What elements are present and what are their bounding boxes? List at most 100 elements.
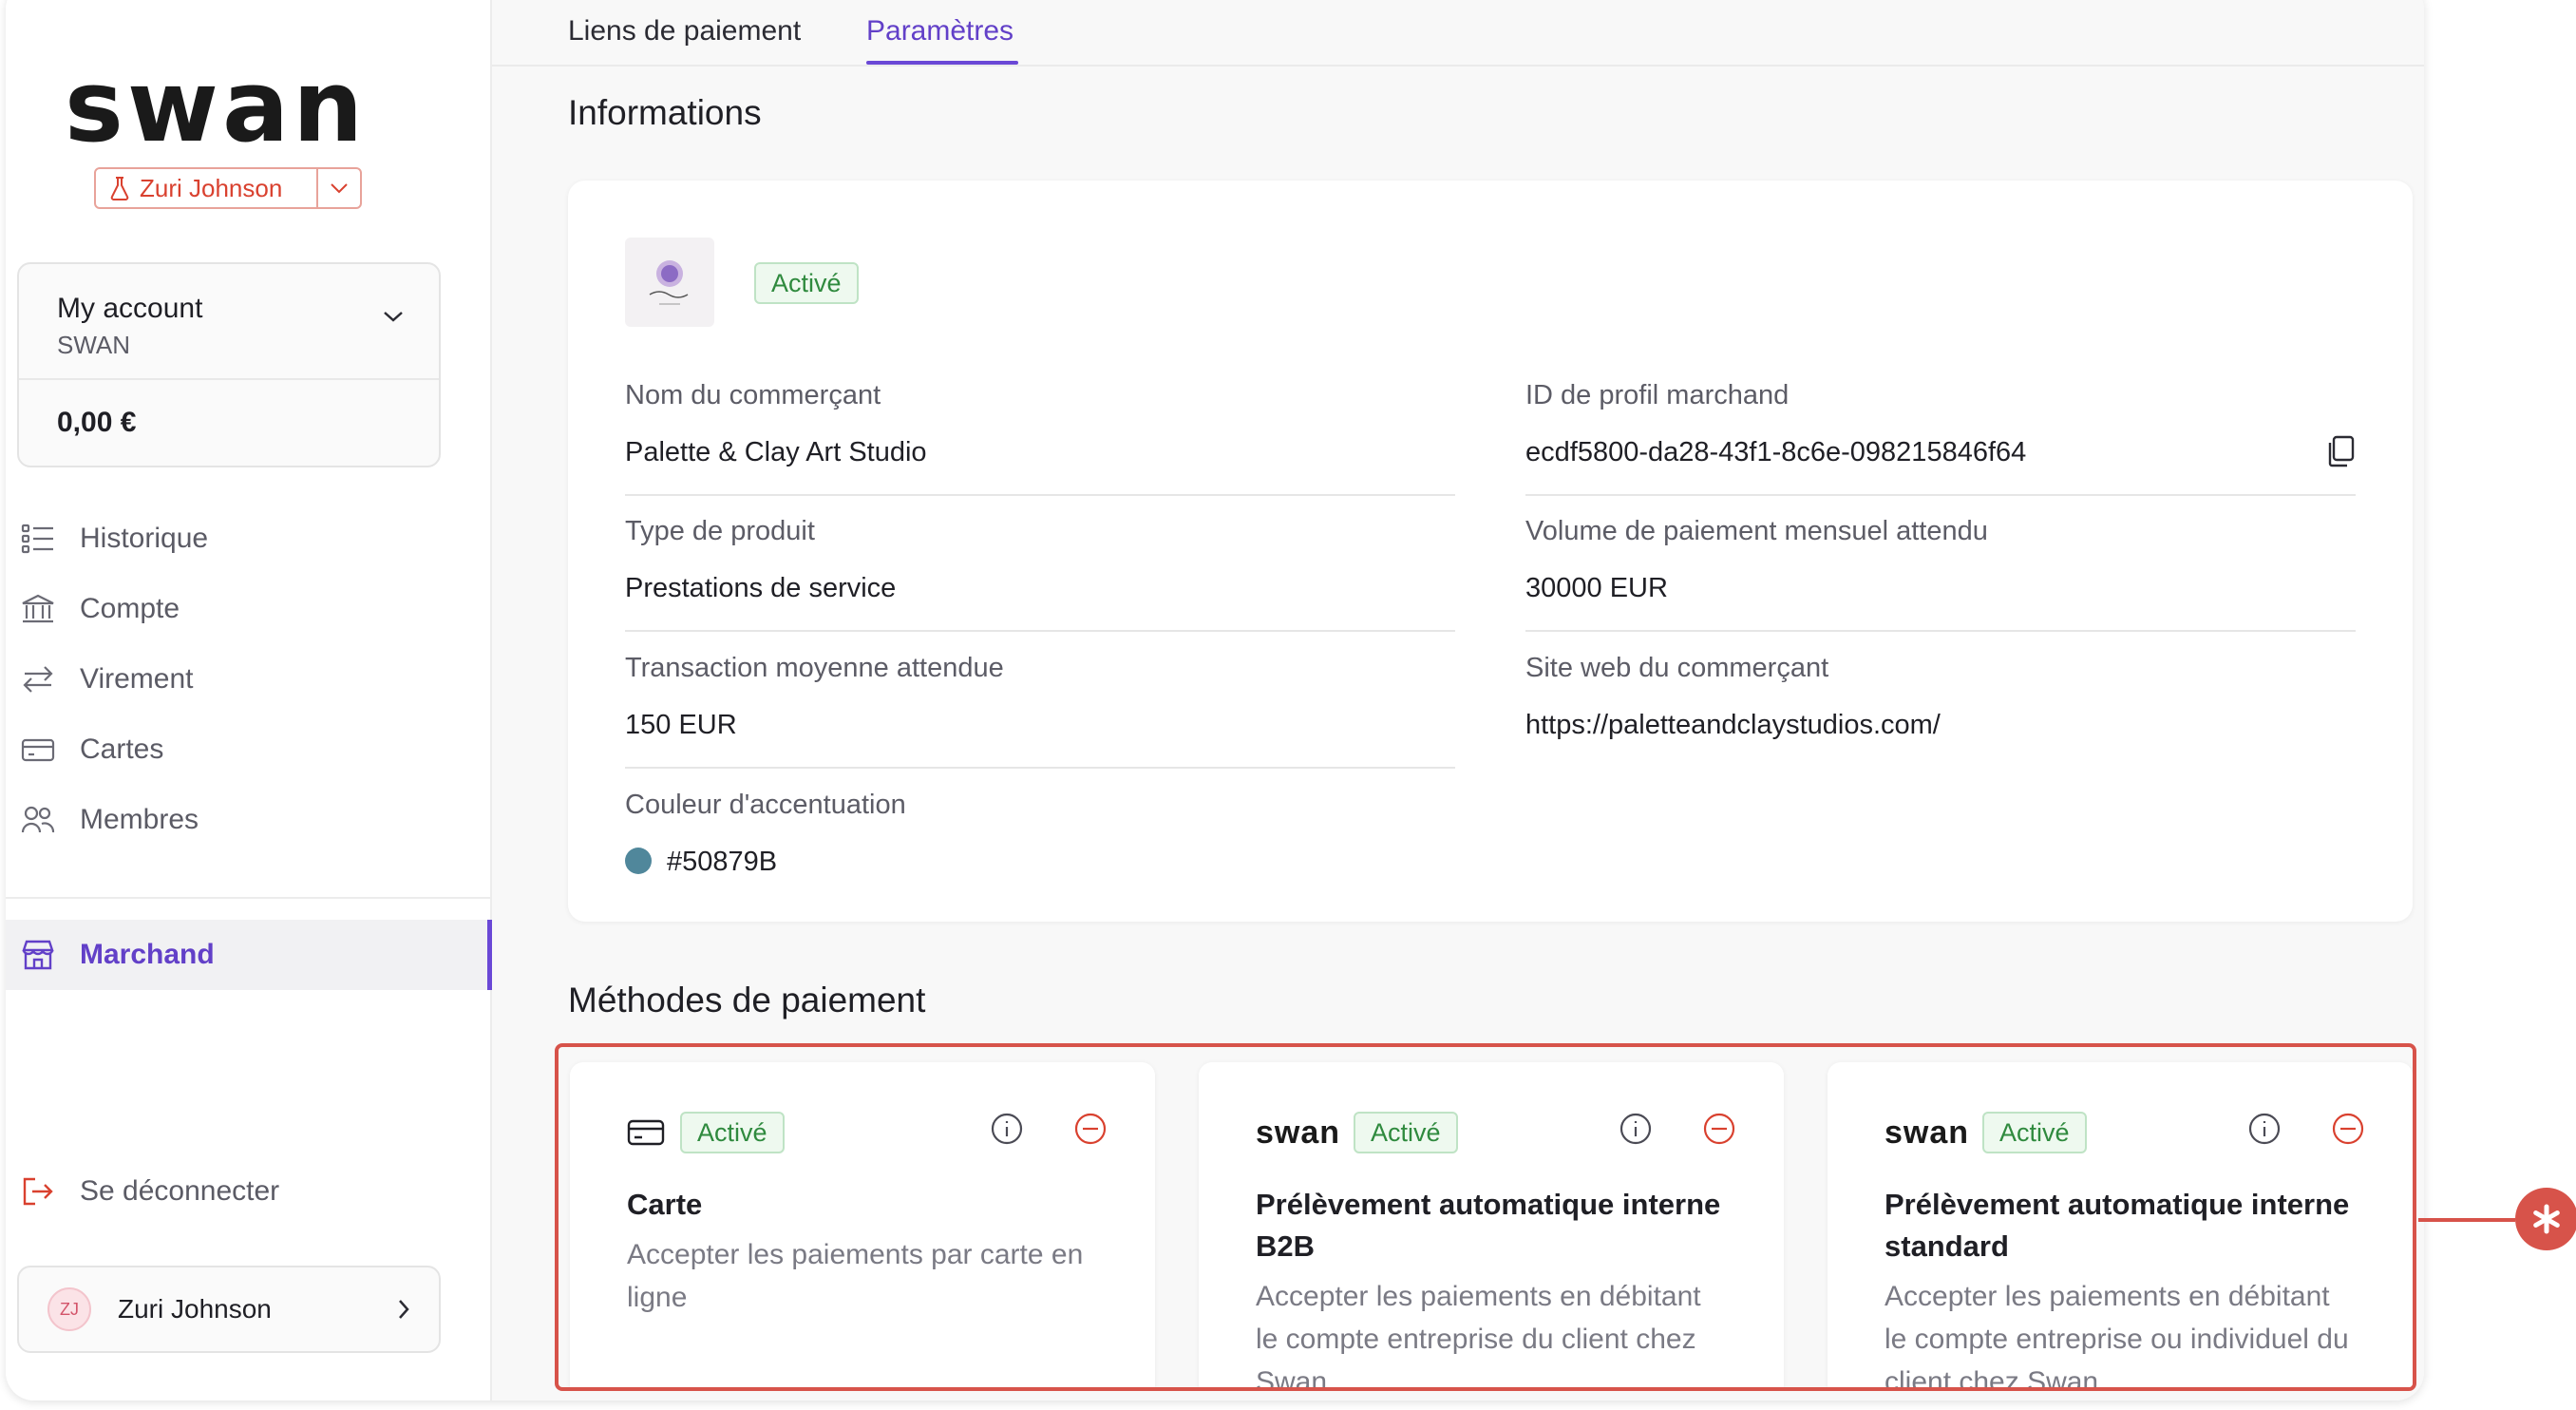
transfer-arrows-icon — [19, 660, 57, 698]
sidebar-item-label: Historique — [80, 523, 209, 554]
app-window: swan Zuri Johnson My account SWAN 0,00 € — [6, 0, 2424, 1400]
account-selector[interactable]: My account SWAN 0,00 € — [17, 262, 441, 467]
credit-card-icon — [627, 1119, 665, 1146]
logout-icon — [19, 1172, 57, 1210]
account-org: SWAN — [57, 331, 131, 359]
account-balance: 0,00 € — [57, 407, 137, 438]
method-description: Accepter les paiements par carte en lign… — [627, 1239, 1084, 1313]
sidebar-item-marchand[interactable]: Marchand — [6, 920, 492, 990]
sidebar-item-compte[interactable]: Compte — [6, 574, 490, 644]
environment-switcher[interactable]: Zuri Johnson — [94, 167, 362, 209]
svg-text:swan: swan — [65, 63, 367, 158]
payment-method-card[interactable]: swan Activé Prélèvement automatique inte… — [1828, 1062, 2413, 1391]
logout-button[interactable]: Se déconnecter — [19, 1172, 279, 1210]
sidebar-item-historique[interactable]: Historique — [6, 504, 490, 574]
info-icon[interactable] — [2247, 1112, 2282, 1146]
status-badge: Activé — [1982, 1112, 2087, 1153]
profile-id-field: ID de profil marchand ecdf5800-da28-43f1… — [1525, 380, 2356, 496]
product-type-field: Type de produit Prestations de service — [625, 516, 1455, 632]
website-label: Site web du commerçant — [1525, 653, 1829, 683]
method-actions — [1619, 1112, 1736, 1146]
tab-bar: Liens de paiement Paramètres — [492, 0, 2424, 67]
swan-logo: swan — [65, 63, 367, 158]
product-type-label: Type de produit — [625, 516, 815, 546]
avg-transaction-value: 150 EUR — [625, 710, 737, 740]
payment-methods-title: Méthodes de paiement — [568, 981, 926, 1019]
annotation-connector — [2418, 1218, 2515, 1222]
sidebar-item-label: Cartes — [80, 734, 164, 765]
flask-icon — [110, 177, 129, 200]
sidebar-nav: Historique Compte Virement Cartes Membre… — [6, 504, 490, 855]
disable-method-icon[interactable] — [1702, 1112, 1736, 1146]
method-description: Accepter les paiements en débitant le co… — [1256, 1281, 1701, 1391]
monthly-volume-field: Volume de paiement mensuel attendu 30000… — [1525, 516, 2356, 632]
website-value[interactable]: https://paletteandclaystudios.com/ — [1525, 710, 1941, 741]
sidebar-item-virement[interactable]: Virement — [6, 644, 490, 715]
environment-dropdown-button[interactable] — [318, 169, 360, 207]
informations-title: Informations — [568, 93, 762, 132]
chevron-down-icon[interactable] — [382, 310, 405, 323]
method-description: Accepter les paiements en débitant le co… — [1885, 1281, 2349, 1391]
main-content: Liens de paiement Paramètres Information… — [492, 0, 2424, 1400]
chevron-down-icon — [331, 183, 348, 194]
account-header[interactable]: My account SWAN — [19, 264, 439, 380]
sidebar-item-cartes[interactable]: Cartes — [6, 715, 490, 785]
people-icon — [19, 801, 57, 839]
palette-logo-icon — [649, 260, 689, 305]
swan-logo: swan — [1256, 1114, 1341, 1151]
avg-transaction-label: Transaction moyenne attendue — [625, 653, 1004, 683]
accent-color-swatch — [625, 848, 652, 874]
chevron-right-icon — [399, 1300, 409, 1319]
monthly-volume-value: 30000 EUR — [1525, 573, 1668, 603]
merchant-logo — [625, 238, 714, 327]
sidebar-item-label: Membres — [80, 804, 199, 835]
disable-method-icon[interactable] — [1073, 1112, 1108, 1146]
method-actions — [990, 1112, 1108, 1146]
profile-id-label: ID de profil marchand — [1525, 380, 1790, 410]
tab-active-underline — [866, 61, 1018, 65]
method-title: Prélèvement automatique interne B2B — [1256, 1188, 1721, 1263]
user-menu[interactable]: ZJ Zuri Johnson — [17, 1266, 441, 1353]
user-name: Zuri Johnson — [118, 1294, 272, 1324]
sidebar: swan Zuri Johnson My account SWAN 0,00 € — [6, 0, 492, 1400]
accent-color-label: Couleur d'accentuation — [625, 790, 906, 820]
merchant-name-label: Nom du commerçant — [625, 380, 881, 410]
merchant-info-card: Activé Nom du commerçant Palette & Clay … — [568, 181, 2413, 922]
bank-icon — [19, 590, 57, 628]
method-title: Prélèvement automatique interne standard — [1885, 1188, 2350, 1263]
environment-user-name: Zuri Johnson — [140, 173, 283, 202]
tab-liens-de-paiement[interactable]: Liens de paiement — [568, 15, 801, 48]
accent-color-value: #50879B — [667, 847, 778, 877]
website-field: Site web du commerçant https://palettean… — [1525, 653, 2356, 769]
tab-parametres[interactable]: Paramètres — [866, 15, 1013, 48]
environment-user[interactable]: Zuri Johnson — [96, 169, 316, 207]
monthly-volume-label: Volume de paiement mensuel attendu — [1525, 516, 1988, 546]
method-title: Carte — [627, 1188, 703, 1221]
payment-method-card[interactable]: Activé Carte Accepter les paiements par … — [570, 1062, 1155, 1387]
sidebar-item-membres[interactable]: Membres — [6, 785, 490, 855]
method-actions — [2247, 1112, 2365, 1146]
swan-logo: swan — [1885, 1114, 1970, 1151]
sidebar-divider — [6, 897, 490, 899]
accent-color-value-row: #50879B — [625, 847, 777, 878]
status-badge: Activé — [1354, 1112, 1458, 1153]
profile-id-value: ecdf5800-da28-43f1-8c6e-098215846f64 — [1525, 437, 2027, 467]
disable-method-icon[interactable] — [2331, 1112, 2365, 1146]
avatar: ZJ — [47, 1287, 91, 1331]
product-type-value: Prestations de service — [625, 573, 897, 603]
credit-card-icon — [19, 731, 57, 769]
status-badge: Activé — [754, 262, 859, 304]
store-icon — [19, 936, 57, 974]
copy-icon[interactable] — [2327, 435, 2356, 467]
info-icon[interactable] — [990, 1112, 1024, 1146]
annotation-marker — [2515, 1188, 2576, 1250]
info-icon[interactable] — [1619, 1112, 1653, 1146]
history-list-icon — [19, 520, 57, 558]
payment-method-card[interactable]: swan Activé Prélèvement automatique inte… — [1199, 1062, 1784, 1391]
merchant-name-value: Palette & Clay Art Studio — [625, 437, 927, 467]
accent-color-field: Couleur d'accentuation #50879B — [625, 790, 1455, 905]
logout-label: Se déconnecter — [80, 1175, 280, 1207]
sidebar-item-label: Virement — [80, 663, 194, 695]
method-header: swan Activé — [1885, 1110, 2365, 1155]
avg-transaction-field: Transaction moyenne attendue 150 EUR — [625, 653, 1455, 769]
